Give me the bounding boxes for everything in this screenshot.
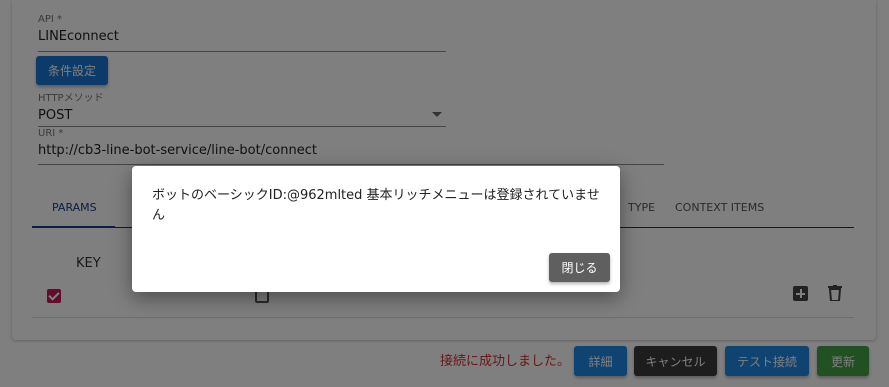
dialog-message: ボットのベーシックID:@962mlted 基本リッチメニューは登録されていませ… — [152, 188, 600, 223]
close-dialog-button[interactable]: 閉じる — [549, 253, 610, 282]
alert-dialog: ボットのベーシックID:@962mlted 基本リッチメニューは登録されていませ… — [132, 166, 620, 292]
